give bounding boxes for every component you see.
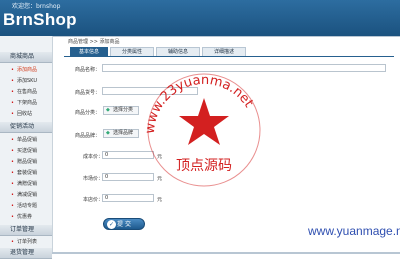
welcome-text: 欢迎您：brnshop [12,3,61,10]
product-name-label: 商品名称： [75,67,101,73]
sidebar-item-full-gift-promo[interactable]: • 满赠促销 [0,179,52,189]
sidebar-item-bundle-promo[interactable]: • 套装促销 [0,168,52,178]
bullet-icon: • [11,100,14,106]
star-icon [179,98,229,145]
bullet-icon: • [11,159,14,165]
header-divider [52,36,400,37]
bullet-icon: • [11,67,14,73]
sidebar-item-gift-promo[interactable]: • 赠品促销 [0,157,52,167]
submit-label: 提 交 [117,221,131,228]
sidebar-item-label: 套装促销 [17,170,38,176]
sidebar-section-products[interactable]: 商城商品 [0,52,52,63]
sidebar-item-label: 活动专题 [17,203,38,209]
shop-price-label: 本店价： [83,197,104,203]
product-category-label: 商品分类： [75,110,101,116]
sidebar-item-label: 订单列表 [17,239,38,245]
top-header: 欢迎您：brnshop BrnShop [0,0,400,36]
sidebar-item-order-list[interactable]: • 订单列表 [0,237,52,247]
select-category-button[interactable]: ◆ 选择分类 [103,106,139,115]
sidebar-item-buy-get-promo[interactable]: • 买送促销 [0,146,52,156]
shop-price-input[interactable]: 0 [102,194,154,202]
bullet-icon: • [11,214,14,220]
select-category-label: 选择分类 [113,107,134,113]
breadcrumb: 商品管理 >> 添加商品 [68,39,120,45]
sidebar: 商城商品 • 添加商品 • 添加SKU • 在售商品 • 下架商品 • 回收站 … [0,36,53,259]
sidebar-item-label: 赠品促销 [17,159,38,165]
tab-auxiliary-info[interactable]: 辅助信息 [156,47,200,56]
check-icon: ✓ [107,220,116,229]
sidebar-item-label: 满减促销 [17,192,38,198]
bullet-icon: • [11,192,14,198]
sidebar-section-orders[interactable]: 订单管理 [0,225,52,236]
sidebar-item-label: 买送促销 [17,148,38,154]
sidebar-item-label: 单品促销 [17,137,38,143]
sidebar-item-label: 优惠券 [17,214,33,220]
bullet-icon: • [11,203,14,209]
bullet-icon: • [11,170,14,176]
watermark-stamp: www.23yuanma.net 顶点源码 [143,73,261,187]
shop-price-unit: 元 [157,197,163,203]
sidebar-item-recycle-bin[interactable]: • 回收站 [0,109,52,119]
select-brand-label: 选择品牌 [113,130,134,136]
footer-watermark: www.yuanmage.net [308,224,400,238]
sidebar-item-label: 在售商品 [17,89,38,95]
sidebar-item-full-cut-promo[interactable]: • 满减促销 [0,190,52,200]
cost-price-label: 成本价： [83,154,104,160]
bullet-icon: • [11,181,14,187]
sidebar-item-on-sale[interactable]: • 在售商品 [0,87,52,97]
sidebar-section-label: 退货管理 [10,249,35,256]
app-logo[interactable]: BrnShop [3,10,77,30]
bullet-icon: • [11,148,14,154]
sidebar-section-promotions[interactable]: 促销活动 [0,122,52,133]
market-price-label: 市场价： [83,176,104,182]
product-sn-label: 商品货号： [75,90,101,96]
sidebar-item-label: 添加商品 [17,67,38,73]
submit-button[interactable]: ✓ 提 交 [103,218,145,230]
sidebar-item-add-product[interactable]: • 添加商品 [0,65,52,75]
bullet-icon: • [11,239,14,245]
sidebar-item-add-sku[interactable]: • 添加SKU [0,76,52,86]
stamp-label-text: 顶点源码 [176,158,232,174]
sidebar-section-label: 订单管理 [10,226,35,233]
bullet-icon: • [11,111,14,117]
tab-strip: 基本信息 分类属性 辅助信息 详细描述 [64,47,394,57]
bullet-icon: • [11,89,14,95]
sidebar-item-single-promo[interactable]: • 单品促销 [0,135,52,145]
sidebar-item-label: 下架商品 [17,100,38,106]
product-brand-label: 商品品牌： [75,133,101,139]
sidebar-section-label: 促销活动 [10,123,35,130]
sidebar-item-label: 满赠促销 [17,181,38,187]
tab-category-attributes[interactable]: 分类属性 [110,47,154,56]
sidebar-item-off-shelf[interactable]: • 下架商品 [0,98,52,108]
sidebar-item-topics[interactable]: • 活动专题 [0,201,52,211]
bullet-icon: • [11,137,14,143]
select-icon: ◆ [106,130,110,136]
select-brand-button[interactable]: ◆ 选择品牌 [103,129,139,138]
bullet-icon: • [11,78,14,84]
tab-basic-info[interactable]: 基本信息 [70,47,108,56]
sidebar-item-coupons[interactable]: • 优惠券 [0,212,52,222]
sidebar-item-label: 回收站 [17,111,33,117]
tab-detail-description[interactable]: 详细描述 [202,47,246,56]
sidebar-section-label: 商城商品 [10,53,35,60]
sidebar-item-label: 添加SKU [17,78,37,84]
select-icon: ◆ [106,107,110,113]
